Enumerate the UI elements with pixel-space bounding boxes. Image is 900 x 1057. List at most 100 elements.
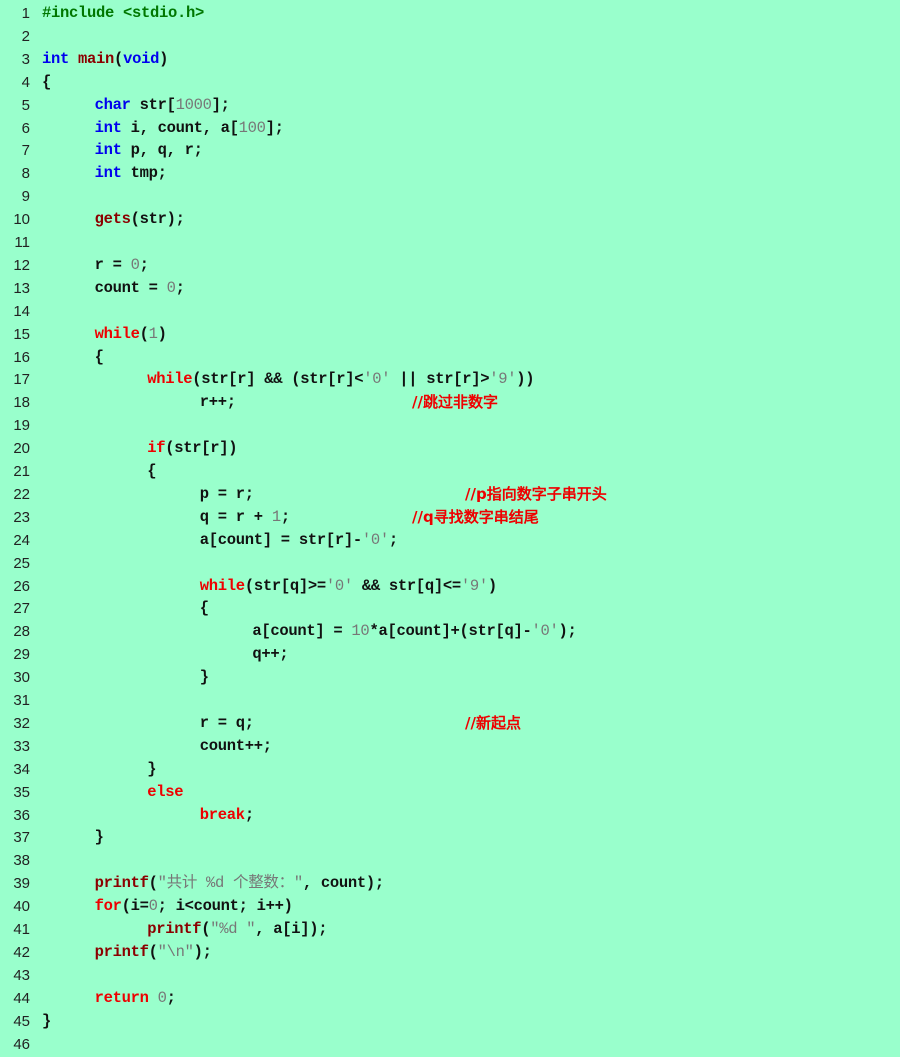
token-str: "共计 %d 个整数：": [157, 874, 304, 893]
line-number: 17: [13, 371, 30, 389]
code-line[interactable]: 35 else: [0, 781, 900, 804]
code-line[interactable]: 10 gets(str);: [0, 208, 900, 231]
token-plain: {: [199, 599, 209, 618]
line-number: 44: [13, 989, 30, 1007]
code-line[interactable]: 27 {: [0, 597, 900, 620]
code-line[interactable]: 23 q = r + 1; //q寻找数字串结尾: [0, 506, 900, 529]
code-line[interactable]: 29 q++;: [0, 643, 900, 666]
token-kw: while: [199, 576, 245, 595]
code-line[interactable]: 36 break;: [0, 804, 900, 827]
line-number: 28: [13, 623, 30, 641]
line-number: 31: [13, 692, 30, 709]
line-number: 21: [13, 463, 30, 480]
code-line[interactable]: 13 count = 0;: [0, 277, 900, 300]
token-str: '0': [325, 576, 353, 595]
code-line[interactable]: 40 for(i=0; i<count; i++): [0, 895, 900, 918]
code-line[interactable]: 15 while(1): [0, 323, 900, 346]
token-plain: i, count, a[: [121, 118, 239, 137]
code-line[interactable]: 16 {: [0, 346, 900, 369]
line-number: 43: [13, 966, 30, 984]
code-text: p = r;: [200, 483, 254, 506]
token-plain: (i=: [121, 897, 149, 916]
line-number: 29: [13, 646, 30, 664]
code-line[interactable]: 46: [0, 1033, 900, 1056]
token-plain: }: [147, 759, 157, 778]
token-kw: while: [147, 370, 193, 389]
code-line[interactable]: 25: [0, 552, 900, 575]
code-line[interactable]: 26 while(str[q]>='0' && str[q]<='9'): [0, 575, 900, 598]
token-plain: ): [159, 49, 169, 68]
code-line[interactable]: 19: [0, 414, 900, 437]
token-str: "\n": [157, 942, 194, 961]
code-comment: //q寻找数字串结尾: [412, 507, 539, 526]
code-line[interactable]: 7 int p, q, r;: [0, 139, 900, 162]
token-plain: count =: [94, 278, 167, 297]
code-comment: //p指向数字子串开头: [465, 484, 607, 503]
line-number: 25: [13, 554, 30, 572]
code-line[interactable]: 45}: [0, 1010, 900, 1033]
code-text: int p, q, r;: [95, 139, 203, 162]
code-line[interactable]: 31: [0, 689, 900, 712]
token-func: printf: [94, 874, 149, 893]
line-number: 10: [13, 211, 30, 229]
token-num: 1: [148, 324, 158, 343]
code-text: r = q;: [200, 712, 254, 735]
code-line[interactable]: 6 int i, count, a[100];: [0, 117, 900, 140]
line-number: 6: [21, 119, 30, 137]
line-number: 26: [13, 577, 30, 595]
token-type: int: [42, 49, 70, 68]
code-line[interactable]: 8 int tmp;: [0, 162, 900, 185]
line-number: 16: [13, 348, 30, 366]
token-plain: a[count] =: [252, 622, 352, 641]
code-line[interactable]: 43: [0, 964, 900, 987]
token-kw: for: [94, 897, 122, 916]
code-line[interactable]: 33 count++;: [0, 735, 900, 758]
code-line[interactable]: 44 return 0;: [0, 987, 900, 1010]
token-plain: r = q;: [199, 713, 254, 732]
code-line[interactable]: 21 {: [0, 460, 900, 483]
code-editor[interactable]: 1 #include <stdio.h> 2 3 int main(void) 4{5 ch…: [0, 0, 900, 1057]
code-line[interactable]: 11: [0, 231, 900, 254]
code-line[interactable]: 32 r = q; //新起点: [0, 712, 900, 735]
code-line[interactable]: 37}: [0, 826, 900, 849]
token-plain: {: [42, 72, 52, 91]
code-line[interactable]: 4{: [0, 71, 900, 94]
line-number: 38: [13, 852, 30, 870]
code-line[interactable]: 30}: [0, 666, 900, 689]
code-line[interactable]: 14: [0, 300, 900, 323]
token-plain: (str[q]>=: [244, 576, 326, 595]
code-line[interactable]: 1 #include <stdio.h>: [0, 2, 900, 25]
line-number: 3: [21, 50, 30, 68]
code-line[interactable]: 34}: [0, 758, 900, 781]
token-plain: r =: [94, 255, 131, 274]
code-line[interactable]: 42 printf("\n");: [0, 941, 900, 964]
code-line[interactable]: 3 int main(void): [0, 48, 900, 71]
code-line[interactable]: 5 char str[1000];: [0, 94, 900, 117]
token-plain: p = r;: [199, 484, 254, 503]
code-line[interactable]: 41 printf("%d ", a[i]);: [0, 918, 900, 941]
token-func: printf: [94, 942, 149, 961]
code-line[interactable]: 20 if(str[r]): [0, 437, 900, 460]
token-str: '0': [361, 530, 389, 549]
code-line[interactable]: 22 p = r; //p指向数字子串开头: [0, 483, 900, 506]
code-line[interactable]: 24 a[count] = str[r]-'0';: [0, 529, 900, 552]
code-text: }: [147, 758, 156, 781]
code-line[interactable]: 2: [0, 25, 900, 48]
token-kw: else: [147, 782, 184, 801]
code-line[interactable]: 39 printf("共计 %d 个整数：", count);: [0, 872, 900, 895]
code-line[interactable]: 18 r++; //跳过非数字: [0, 391, 900, 414]
code-comment: //跳过非数字: [412, 393, 498, 412]
code-line[interactable]: 38: [0, 849, 900, 872]
token-plain: ;: [139, 255, 149, 274]
code-line[interactable]: 28 a[count] = 10*a[count]+(str[q]-'0');: [0, 620, 900, 643]
code-text: a[count] = 10*a[count]+(str[q]-'0');: [252, 620, 576, 643]
token-plain: ];: [265, 118, 284, 137]
code-text: {: [42, 71, 51, 94]
code-line[interactable]: 17 while(str[r] && (str[r]<'0' || str[r]>…: [0, 368, 900, 391]
code-line[interactable]: 12 r = 0;: [0, 254, 900, 277]
token-plain: }: [42, 1011, 52, 1030]
code-text: if(str[r]): [147, 437, 237, 460]
code-text: {: [200, 597, 209, 620]
code-line[interactable]: 9: [0, 185, 900, 208]
